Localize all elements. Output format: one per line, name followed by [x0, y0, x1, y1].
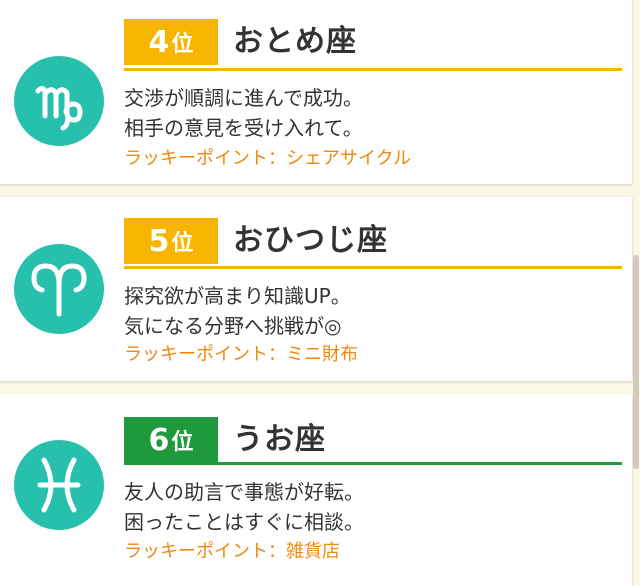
- ranking-card-aries[interactable]: 5位 おひつじ座 探究欲が高まり知識UP。 気になる分野へ挑戦が◎ ラッキーポイ…: [0, 197, 632, 381]
- rank-number: 4: [148, 24, 170, 60]
- sign-name: おとめ座: [233, 24, 357, 59]
- title-underline: [124, 462, 622, 465]
- virgo-icon: [14, 56, 104, 146]
- fortune-text-line-1: 探究欲が高まり知識UP。: [124, 284, 351, 308]
- fortune-text-line-2: 相手の意見を受け入れて。: [124, 116, 363, 140]
- fortune-text-line-2: 気になる分野へ挑戦が◎: [124, 314, 342, 338]
- rank-number: 5: [148, 223, 170, 259]
- fortune-text-line-1: 交渉が順調に進んで成功。: [124, 86, 363, 110]
- sign-name: うお座: [233, 422, 326, 457]
- rank-suffix: 位: [171, 32, 194, 57]
- fortune-text-line-1: 友人の助言で事態が好転。: [124, 480, 364, 504]
- rank-suffix: 位: [171, 231, 194, 256]
- fortune-text-line-2: 困ったことはすぐに相談。: [124, 510, 364, 534]
- sign-name: おひつじ座: [233, 223, 388, 258]
- rank-badge: 5位: [124, 218, 218, 264]
- aries-icon: [14, 244, 104, 334]
- lucky-point: ラッキーポイント：シェアサイクル: [124, 148, 412, 169]
- rank-badge: 4位: [124, 19, 218, 65]
- rank-number: 6: [148, 422, 170, 458]
- ranking-card-virgo[interactable]: 4位 おとめ座 交渉が順調に進んで成功。 相手の意見を受け入れて。 ラッキーポイ…: [0, 0, 632, 184]
- title-underline: [124, 68, 622, 71]
- pisces-icon: [14, 440, 104, 530]
- scrollbar[interactable]: [633, 255, 639, 469]
- rank-suffix: 位: [171, 430, 194, 455]
- ranking-card-pisces[interactable]: 6位 うお座 友人の助言で事態が好転。 困ったことはすぐに相談。 ラッキーポイン…: [0, 394, 632, 586]
- lucky-point: ラッキーポイント：雑貨店: [124, 541, 340, 562]
- rank-badge: 6位: [124, 417, 218, 463]
- title-underline: [124, 266, 622, 269]
- lucky-point: ラッキーポイント：ミニ財布: [124, 344, 358, 365]
